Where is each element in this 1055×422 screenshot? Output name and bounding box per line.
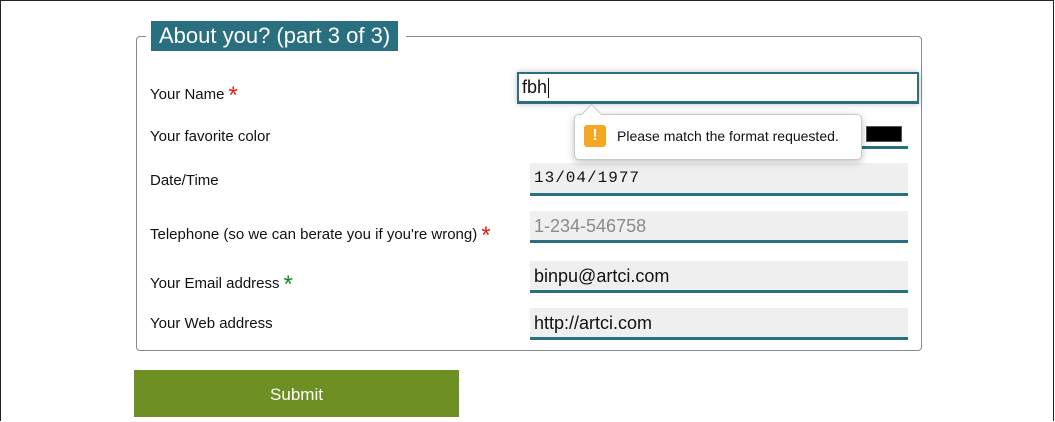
datetime-label: Date/Time: [150, 172, 219, 189]
telephone-input[interactable]: 1-234-546758: [530, 211, 908, 243]
name-label-text: Your Name: [150, 86, 225, 103]
telephone-label-text: Telephone (so we can berate you if you'r…: [150, 226, 478, 243]
email-input[interactable]: binpu@artci.com: [530, 261, 908, 293]
email-required-star: *: [283, 271, 293, 298]
name-input-value: fbh: [522, 77, 548, 97]
email-label: Your Email address *: [150, 273, 293, 297]
name-required-star: *: [228, 82, 238, 109]
color-picker-underline: [860, 146, 908, 149]
form-legend: About you? (part 3 of 3): [151, 21, 399, 51]
color-picker-swatch[interactable]: [866, 126, 902, 142]
color-label: Your favorite color: [150, 128, 271, 145]
name-input[interactable]: fbh: [517, 72, 919, 104]
web-label: Your Web address: [150, 315, 273, 332]
telephone-required-star: *: [481, 222, 491, 249]
telephone-label: Telephone (so we can berate you if you'r…: [150, 224, 491, 248]
name-label: Your Name *: [150, 84, 238, 108]
submit-button[interactable]: Submit: [134, 370, 459, 417]
warning-icon: !: [584, 125, 606, 147]
datetime-input[interactable]: 13/04/1977: [530, 163, 908, 196]
web-input[interactable]: http://artci.com: [530, 308, 908, 340]
email-label-text: Your Email address: [150, 275, 280, 292]
validation-message: Please match the format requested.: [617, 128, 839, 144]
text-caret: [548, 78, 550, 99]
